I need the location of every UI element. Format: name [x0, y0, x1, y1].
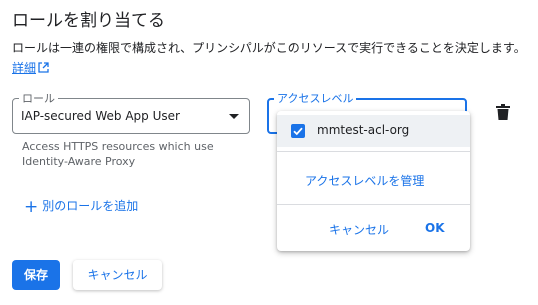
add-role-label: 別のロールを追加	[42, 199, 139, 213]
dialog-title: ロールを割り当てる	[12, 11, 165, 31]
save-button[interactable]: 保存	[12, 260, 60, 290]
chevron-down-icon	[229, 114, 239, 119]
role-select[interactable]: ロール IAP-secured Web App User	[12, 90, 250, 134]
access-level-field-label: アクセスレベル	[274, 90, 357, 106]
divider	[277, 204, 470, 205]
manage-access-levels-link[interactable]: アクセスレベルを管理	[305, 172, 424, 189]
access-level-option-label: mmtest-acl-org	[317, 123, 410, 137]
dropdown-ok-button[interactable]: OK	[425, 221, 445, 235]
external-link-icon[interactable]	[38, 59, 49, 73]
dialog-description: ロールは一連の権限で構成され、プリンシパルがこのリソースで実行できることを決定し…	[12, 38, 528, 78]
delete-icon[interactable]	[496, 104, 510, 120]
role-select-value: IAP-secured Web App User	[21, 109, 180, 123]
plus-icon: +	[24, 197, 39, 217]
details-link[interactable]: 詳細	[12, 61, 36, 75]
add-role-button[interactable]: + 別のロールを追加	[24, 197, 138, 217]
checkbox-checked-icon[interactable]	[291, 124, 305, 138]
access-level-option[interactable]: mmtest-acl-org	[277, 115, 470, 147]
divider	[277, 151, 470, 152]
role-field-label: ロール	[19, 90, 58, 106]
cancel-button[interactable]: キャンセル	[73, 260, 162, 290]
access-level-dropdown: mmtest-acl-org アクセスレベルを管理 キャンセル OK	[277, 111, 470, 251]
dropdown-cancel-button[interactable]: キャンセル	[329, 221, 389, 238]
description-text: ロールは一連の権限で構成され、プリンシパルがこのリソースで実行できることを決定し…	[12, 41, 526, 55]
role-help-text: Access HTTPS resources which use Identit…	[22, 140, 214, 168]
